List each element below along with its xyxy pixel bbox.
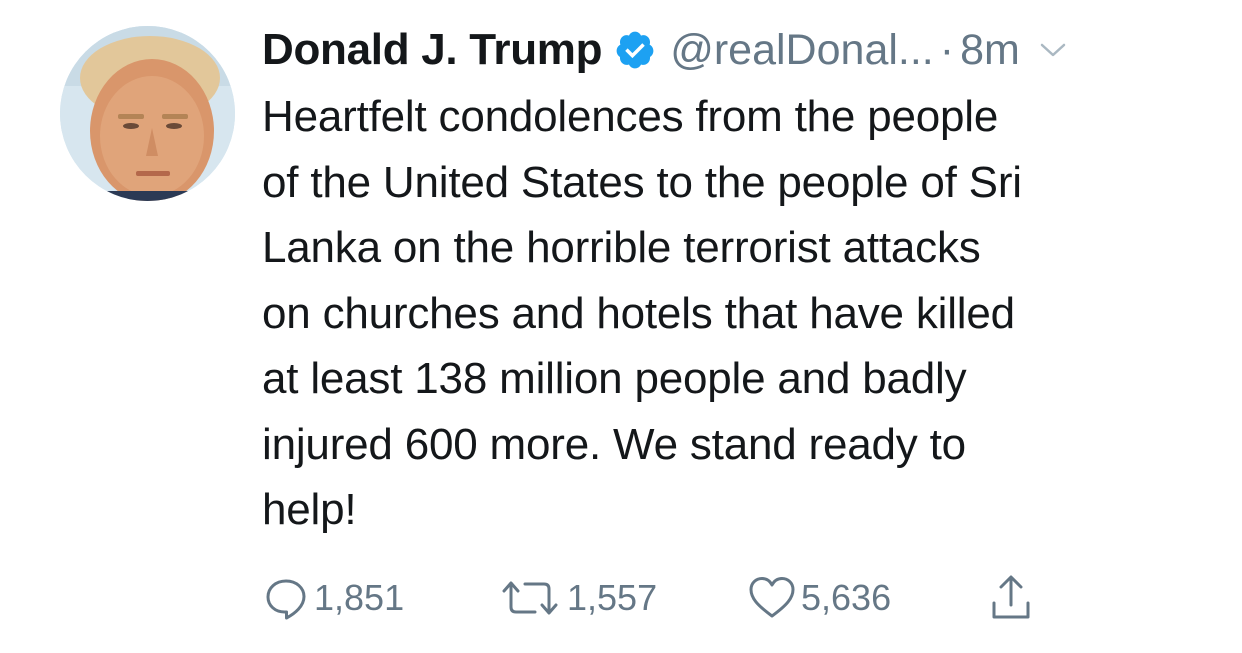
- share-button[interactable]: [987, 570, 1035, 626]
- tweet-text: Heartfelt condolences from the people of…: [262, 92, 1022, 534]
- reply-button[interactable]: 1,851: [262, 570, 404, 626]
- tweet-timestamp[interactable]: 8m: [960, 26, 1020, 75]
- tweet-card: Donald J. Trump @realDonal... · 8m Heart…: [0, 0, 1242, 653]
- user-handle[interactable]: @realDonal...: [670, 26, 934, 75]
- retweet-button[interactable]: 1,557: [497, 570, 657, 626]
- display-name[interactable]: Donald J. Trump: [262, 25, 603, 75]
- retweet-count: 1,557: [567, 577, 658, 618]
- reply-count: 1,851: [314, 577, 405, 618]
- tweet-actions: 1,851 1,557 5,636: [262, 570, 1082, 626]
- avatar[interactable]: [60, 26, 235, 201]
- heart-icon: [747, 574, 797, 622]
- retweet-icon: [497, 574, 563, 622]
- reply-bubble-icon: [262, 574, 310, 622]
- like-count: 5,636: [801, 577, 892, 618]
- like-button[interactable]: 5,636: [747, 570, 891, 626]
- separator-dot: ·: [939, 25, 955, 74]
- profile-photo-icon: [60, 26, 235, 201]
- chevron-down-icon[interactable]: [1040, 42, 1066, 58]
- verified-check-icon: [614, 29, 656, 71]
- share-upload-icon: [987, 573, 1035, 623]
- tweet-header: Donald J. Trump @realDonal... · 8m: [262, 22, 1066, 78]
